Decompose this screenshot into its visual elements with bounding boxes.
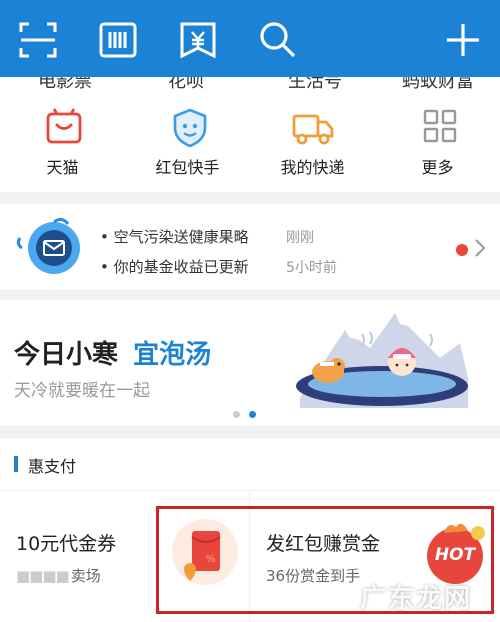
carousel-dot-1[interactable] [233,411,240,418]
top-toolbar [0,0,500,77]
section-marker [14,456,18,472]
grid-item-tmall[interactable]: 天猫 [0,94,125,192]
hot-spring-illustration [290,308,470,412]
notice-item-1[interactable]: • 空气污染送健康果略 [100,226,249,247]
shortcut-label-lifehao[interactable]: 生活号 [288,77,342,93]
redpacket-quickhand-icon [170,108,210,148]
scan-icon[interactable] [18,20,58,60]
plus-icon[interactable] [443,20,483,60]
barcode-icon[interactable] [98,20,138,60]
banner-title-text: 今日小寒 [14,340,119,370]
partial-shortcut-row: 电影票 花呗 生活号 蚂蚁财富 [0,77,500,94]
unread-dot [456,244,468,256]
grid-label-tmall: 天猫 [46,158,79,177]
carousel-dot-2[interactable] [249,411,256,418]
promo-banner[interactable]: 今日小寒 宜泡汤 天冷就要暖在一起 [0,300,500,426]
chevron-right-icon[interactable] [472,237,488,259]
grid-item-delivery[interactable]: 我的快递 [250,94,375,192]
voucher-title: 10元代金券 [16,533,117,555]
tmall-icon [44,108,84,148]
grid-label-more: 更多 [421,158,454,177]
voucher-blurred-merchant: ■■■■ [16,567,70,585]
grid-item-more[interactable]: 更多 [375,94,500,192]
notice-time-2: 5小时前 [286,260,337,276]
watermark: 广东龙网 [360,584,473,614]
pay-code-icon[interactable] [178,20,218,60]
grid-label-redpacket: 红包快手 [155,158,220,177]
section-title: 惠支付 [28,457,77,476]
banner-subtitle: 天冷就要暖在一起 [14,381,150,401]
more-grid-icon [420,108,460,148]
notice-text-2: 你的基金收益已更新 [113,258,249,276]
delivery-truck-icon [292,108,334,148]
notice-item-2[interactable]: • 你的基金收益已更新 [100,256,249,277]
shortcut-label-wealth[interactable]: 蚂蚁财富 [402,77,474,93]
shortcut-label-movie[interactable]: 电影票 [38,77,92,93]
shortcut-grid: 天猫 红包快手 我的快递 更多 [0,94,500,192]
mascot-mail-icon [14,217,90,278]
voucher-subtitle: ■■■■ 卖场 [16,565,101,586]
grid-item-redpacket[interactable]: 红包快手 [125,94,250,192]
banner-highlight: 宜泡汤 [133,340,212,370]
search-icon[interactable] [258,20,298,60]
notice-text-1: 空气污染送健康果略 [113,228,249,246]
notice-panel[interactable]: • 空气污染送健康果略 刚刚 • 你的基金收益已更新 5小时前 [0,204,500,290]
notice-time-1: 刚刚 [286,230,314,246]
shortcut-label-huabei[interactable]: 花呗 [168,77,204,93]
banner-title: 今日小寒 宜泡汤 [14,334,211,371]
voucher-subtitle-text: 卖场 [70,567,101,585]
grid-label-delivery: 我的快递 [280,158,345,177]
